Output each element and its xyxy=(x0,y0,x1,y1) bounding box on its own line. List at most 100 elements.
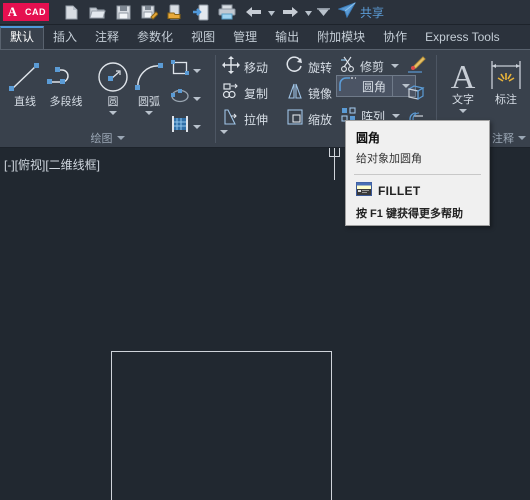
share-button[interactable]: 共享 xyxy=(337,1,384,23)
plot-button[interactable] xyxy=(214,1,240,23)
tooltip-command-row: FILLET xyxy=(346,175,489,201)
chevron-down-icon[interactable] xyxy=(193,124,201,129)
arc-icon xyxy=(131,58,167,96)
undo-button[interactable] xyxy=(240,1,266,23)
tab-express-tools[interactable]: Express Tools xyxy=(416,26,508,49)
share-paperplane-icon xyxy=(337,1,357,23)
modify-copy-label: 复制 xyxy=(244,86,269,101)
save-button[interactable] xyxy=(110,1,136,23)
line-icon xyxy=(7,58,43,96)
redo-arrow-icon xyxy=(282,5,299,19)
viewport-label[interactable]: [-][俯视][二维线框] xyxy=(4,156,100,173)
fillet-tooltip: 圆角 给对象加圆角 FILLET 按 F1 键获得更多帮助 xyxy=(345,120,490,226)
undo-dropdown[interactable] xyxy=(266,1,277,23)
mirror-icon xyxy=(286,82,304,105)
tab-default[interactable]: 默认 xyxy=(0,26,45,49)
tab-collaborate[interactable]: 协作 xyxy=(374,26,416,49)
import-icon xyxy=(192,4,210,21)
stretch-icon xyxy=(222,108,240,131)
caret-down-wide-icon xyxy=(316,3,330,21)
tab-annotate[interactable]: 注释 xyxy=(86,26,128,49)
chevron-down-icon[interactable] xyxy=(459,109,467,113)
panel-draw: 直线 多段线 圆 圆弧 绘图 xyxy=(0,50,215,148)
save-as-button[interactable] xyxy=(136,1,162,23)
chevron-down-icon[interactable] xyxy=(109,111,117,115)
panel-label-draw[interactable]: 绘图 xyxy=(0,130,215,146)
ellipse-icon xyxy=(170,87,190,110)
app-logo: A CAD xyxy=(3,3,49,21)
rotate-icon xyxy=(286,55,304,79)
draw-polyline-button[interactable]: 多段线 xyxy=(40,58,92,109)
modify-stretch-label: 拉伸 xyxy=(244,112,269,127)
tab-insert[interactable]: 插入 xyxy=(44,26,86,49)
save-to-device-icon xyxy=(167,4,184,21)
tooltip-help-text: 按 F1 键获得更多帮助 xyxy=(356,208,463,220)
modify-mirror-button[interactable]: 镜像 xyxy=(284,82,334,104)
fillet-split-divider xyxy=(392,76,394,96)
chevron-down-icon xyxy=(116,136,125,140)
fillet-icon xyxy=(338,75,358,98)
modify-fillet-label: 圆角 xyxy=(362,79,387,94)
tab-manage[interactable]: 管理 xyxy=(224,26,266,49)
chevron-down-icon[interactable] xyxy=(193,96,201,101)
chevron-down-icon[interactable] xyxy=(145,111,153,115)
annotation-text-label: 文字 xyxy=(452,94,474,106)
draw-rectangle-button[interactable] xyxy=(170,59,201,82)
command-window-icon xyxy=(356,182,372,199)
printer-icon xyxy=(218,4,236,21)
save-as-icon xyxy=(141,4,158,21)
title-bar: A CAD 共享 xyxy=(0,0,530,25)
draw-line-label: 直线 xyxy=(14,96,36,108)
rectangle-icon xyxy=(170,59,190,82)
modify-stretch-button[interactable]: 拉伸 xyxy=(220,108,270,130)
modify-rotate-label: 旋转 xyxy=(308,60,333,75)
chevron-down-icon[interactable] xyxy=(391,64,400,68)
save-to-device-button[interactable] xyxy=(162,1,188,23)
tab-view[interactable]: 视图 xyxy=(182,26,224,49)
redo-button[interactable] xyxy=(277,1,303,23)
polyline-icon xyxy=(46,58,86,96)
cube-icon xyxy=(406,83,426,106)
modify-scale-label: 缩放 xyxy=(308,112,333,127)
chevron-down-icon[interactable] xyxy=(193,68,201,73)
tooltip-title: 圆角 xyxy=(356,131,381,145)
modify-3d-solid-button[interactable] xyxy=(406,83,426,106)
crosshair-pickbox xyxy=(329,148,340,157)
drawn-rectangle[interactable] xyxy=(111,351,332,500)
tab-output[interactable]: 输出 xyxy=(266,26,308,49)
quick-access-toolbar: 共享 xyxy=(58,1,384,23)
modify-match-properties-button[interactable] xyxy=(406,56,426,79)
annotation-dimension-label: 标注 xyxy=(495,94,517,106)
open-folder-icon xyxy=(88,4,106,21)
autocad-window: A CAD 共享 默认 插入 注释 参数化 视图 管理 输出 附加模块 协作 E… xyxy=(0,0,530,500)
open-file-button[interactable] xyxy=(84,1,110,23)
tooltip-command: FILLET xyxy=(378,183,421,198)
move-icon xyxy=(222,55,240,79)
tab-addins[interactable]: 附加模块 xyxy=(308,26,374,49)
panel-label-annotation-text: 注释 xyxy=(492,133,514,145)
logo-text: CAD xyxy=(22,3,49,21)
draw-circle-label: 圆 xyxy=(107,96,119,108)
redo-dropdown[interactable] xyxy=(303,1,314,23)
copy-icon xyxy=(222,82,240,105)
modify-copy-button[interactable]: 复制 xyxy=(220,82,270,104)
modify-rotate-button[interactable]: 旋转 xyxy=(284,55,334,79)
annotation-dimension-button[interactable]: 标注 xyxy=(483,56,529,107)
modify-move-button[interactable]: 移动 xyxy=(220,55,270,79)
new-file-button[interactable] xyxy=(58,1,84,23)
draw-polyline-label: 多段线 xyxy=(49,96,83,108)
modify-fillet-button[interactable]: 圆角 xyxy=(336,75,417,98)
qat-customize-button[interactable] xyxy=(314,1,332,23)
draw-arc-button[interactable]: 圆弧 xyxy=(126,58,172,115)
pencil-brush-icon xyxy=(406,56,426,79)
dimension-icon xyxy=(488,56,524,94)
tab-parametric[interactable]: 参数化 xyxy=(128,26,182,49)
caret-down-icon xyxy=(305,3,312,21)
annotation-text-button[interactable]: A 文字 xyxy=(440,56,486,113)
modify-scale-button[interactable]: 缩放 xyxy=(284,108,334,130)
import-button[interactable] xyxy=(188,1,214,23)
draw-ellipse-button[interactable] xyxy=(170,87,201,110)
modify-move-label: 移动 xyxy=(244,60,269,75)
chevron-down-icon[interactable] xyxy=(392,114,401,118)
text-a-icon: A xyxy=(446,56,480,94)
